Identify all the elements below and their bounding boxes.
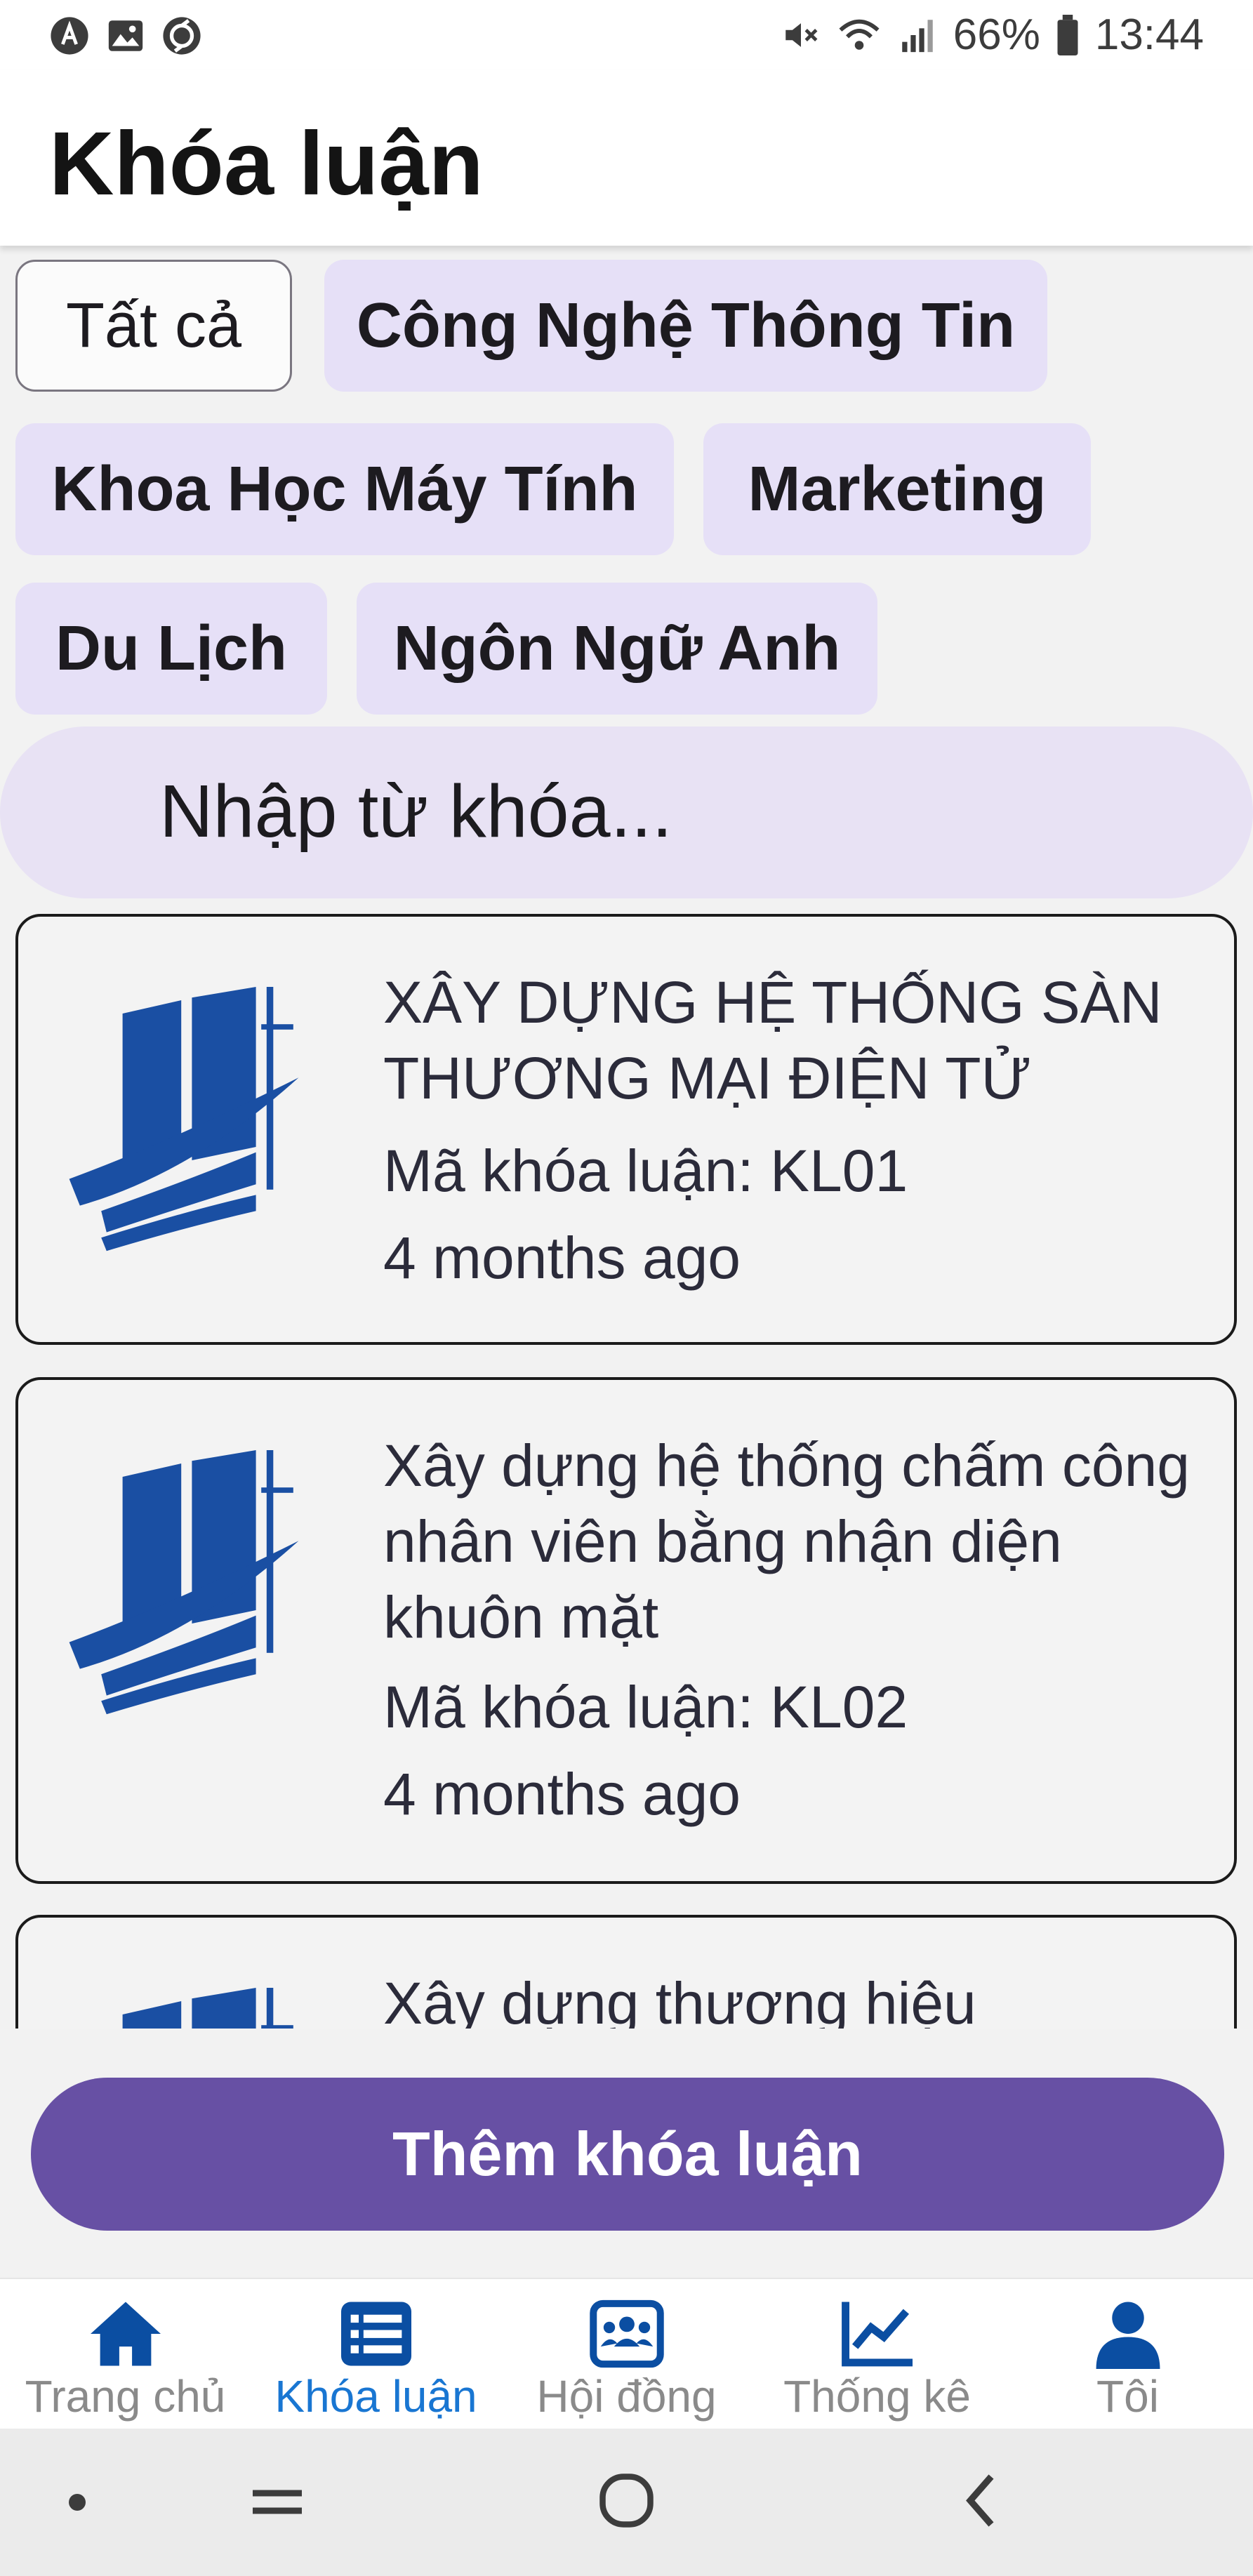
chip-information-technology[interactable]: Công Nghệ Thông Tin (324, 260, 1047, 392)
status-bar: 66% 13:44 (0, 0, 1253, 70)
search-input[interactable] (158, 755, 1179, 868)
home-circle-icon[interactable] (597, 2471, 656, 2530)
thesis-list[interactable]: XÂY DỰNG HỆ THỐNG SÀN THƯƠNG MẠI ĐIỆN TỬ… (0, 912, 1253, 2029)
thesis-card[interactable]: Xây dựng hệ thống chấm công nhân viên bằ… (15, 1377, 1237, 1884)
battery-icon (1057, 14, 1078, 55)
sync-icon (163, 17, 201, 55)
nav-label: Hội đồng (536, 2371, 717, 2422)
chip-label: Tất cả (65, 290, 242, 361)
thesis-title: Xây dựng hệ thống chấm công nhân viên bằ… (383, 1433, 1191, 1650)
system-nav-bar (0, 2429, 1253, 2576)
thesis-time: 4 months ago (383, 1761, 741, 1827)
thesis-title: XÂY DỰNG HỆ THỐNG SÀN THƯƠNG MẠI ĐIỆN TỬ (383, 969, 1162, 1111)
nav-label: Khóa luận (274, 2371, 477, 2422)
chip-label: Công Nghệ Thông Tin (356, 290, 1016, 361)
app-a-icon (51, 17, 88, 55)
thesis-code: Mã khóa luận: KL01 (383, 1138, 908, 1204)
thesis-code: Mã khóa luận: KL02 (383, 1674, 908, 1740)
dot-icon[interactable] (67, 2492, 88, 2513)
signal-icon (902, 19, 933, 52)
thesis-card[interactable]: XÂY DỰNG HỆ THỐNG SÀN THƯƠNG MẠI ĐIỆN TỬ… (15, 914, 1237, 1345)
nav-label: Tôi (1096, 2371, 1159, 2422)
chip-label: Du Lịch (55, 613, 287, 684)
nav-home[interactable]: Trang chủ (0, 2279, 251, 2430)
nav-statistics[interactable]: Thống kê (752, 2279, 1002, 2430)
add-thesis-button[interactable]: Thêm khóa luận (31, 2078, 1224, 2231)
nav-council[interactable]: Hội đồng (501, 2279, 752, 2430)
clock: 13:44 (1094, 11, 1204, 59)
thesis-title: Xây dựng thương hiệu (383, 1970, 976, 2029)
chip-all[interactable]: Tất cả (15, 260, 292, 392)
chip-tourism[interactable]: Du Lịch (15, 583, 327, 715)
chip-computer-science[interactable]: Khoa Học Máy Tính (15, 423, 674, 555)
nav-label: Thống kê (783, 2371, 971, 2422)
book-logo-icon (122, 1988, 293, 2029)
bottom-nav: Trang chủ Khóa luận Hội đồng Thống kê Tô… (0, 2278, 1253, 2430)
page-title: Khóa luận (49, 114, 484, 214)
book-logo-icon (69, 987, 299, 1252)
battery-percentage: 66% (953, 11, 1040, 59)
person-icon (1096, 2302, 1160, 2369)
mute-icon (785, 22, 818, 47)
chip-label: Marketing (748, 453, 1047, 524)
nav-me[interactable]: Tôi (1002, 2279, 1253, 2430)
chip-label: Ngôn Ngữ Anh (393, 613, 841, 684)
app-header: Khóa luận (0, 70, 1253, 246)
chart-icon (841, 2302, 913, 2367)
list-icon (340, 2302, 411, 2366)
nav-label: Trang chủ (25, 2371, 226, 2422)
search-bar (0, 726, 1253, 898)
add-thesis-label: Thêm khóa luận (392, 2119, 863, 2189)
chip-label: Khoa Học Máy Tính (51, 453, 638, 524)
chip-english-language[interactable]: Ngôn Ngữ Anh (357, 583, 877, 715)
chip-marketing[interactable]: Marketing (703, 423, 1091, 555)
nav-theses[interactable]: Khóa luận (251, 2279, 501, 2430)
back-icon[interactable] (958, 2471, 1000, 2530)
home-icon (90, 2302, 161, 2366)
thesis-card[interactable]: Xây dựng thương hiệu (15, 1915, 1237, 2029)
thesis-time: 4 months ago (383, 1225, 741, 1291)
book-logo-icon (69, 1450, 299, 1715)
group-icon (589, 2299, 664, 2368)
wifi-icon (839, 19, 880, 50)
recent-apps-icon[interactable] (249, 2485, 305, 2520)
gallery-icon (108, 20, 143, 51)
